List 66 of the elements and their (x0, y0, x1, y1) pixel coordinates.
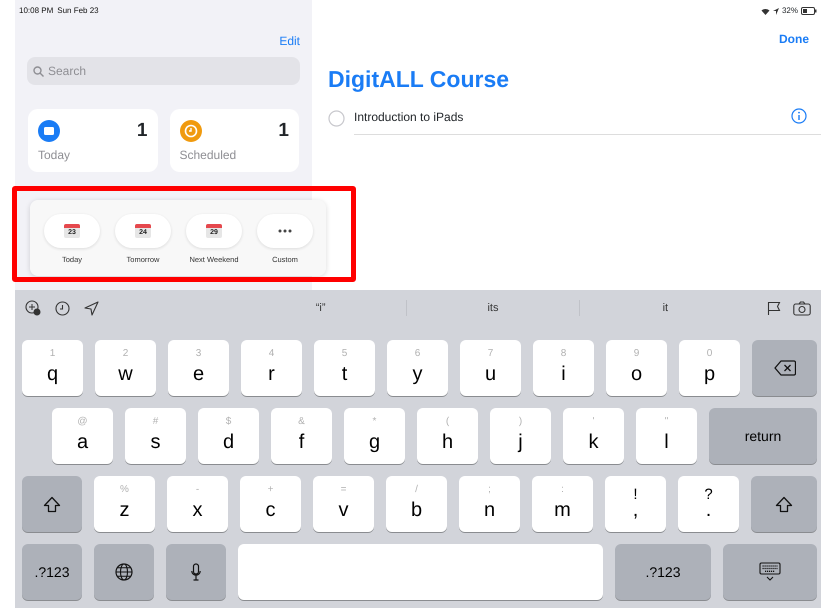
list-name: Today (38, 147, 72, 164)
suggestion[interactable]: its (407, 300, 580, 316)
more-icon (278, 229, 292, 233)
letter-key[interactable]: $ d (198, 408, 259, 464)
location-icon (772, 8, 779, 14)
shift-icon (43, 496, 61, 512)
letter-key[interactable]: 4 r (241, 340, 302, 396)
backspace-key[interactable] (752, 340, 817, 396)
smart-list-card[interactable]: 1 Scheduled (170, 109, 299, 172)
letter-key[interactable]: @ a (52, 408, 113, 464)
reminder-text[interactable]: Introduction to iPads (354, 108, 791, 126)
letter-key[interactable]: ; n (459, 476, 520, 532)
camera-icon[interactable] (792, 300, 811, 316)
suggestion[interactable]: it (580, 300, 751, 316)
battery-icon (801, 7, 817, 15)
letter-key[interactable]: ( h (417, 408, 478, 464)
keyboard-hide-icon (759, 562, 781, 582)
search-icon (33, 66, 44, 77)
numbers-key[interactable]: .?123 (615, 544, 711, 600)
numbers-key[interactable]: .?123 (22, 544, 82, 600)
letter-key[interactable]: * g (344, 408, 405, 464)
letter-key[interactable]: 1 q (22, 340, 83, 396)
letter-key[interactable]: - x (167, 476, 228, 532)
letter-key[interactable]: ? . (678, 476, 739, 532)
letter-key[interactable]: 0 p (679, 340, 740, 396)
letter-key[interactable]: : m (532, 476, 593, 532)
status-date: Sun Feb 23 (57, 6, 99, 15)
battery-percent: 32% (782, 5, 798, 17)
letter-key[interactable]: 7 u (460, 340, 521, 396)
list-name: Scheduled (180, 147, 238, 164)
backspace-icon (774, 360, 796, 376)
letter-key[interactable]: ! , (605, 476, 666, 532)
return-key[interactable]: return (709, 408, 817, 464)
letter-key[interactable]: 3 e (168, 340, 229, 396)
letter-key[interactable]: = v (313, 476, 374, 532)
smart-list-card[interactable]: 1 Today (28, 109, 158, 172)
item-count: 1 (136, 119, 148, 143)
done-button[interactable]: Done (779, 32, 809, 46)
suggestion[interactable]: “i” (235, 300, 408, 316)
letter-key[interactable]: ' k (563, 408, 624, 464)
globe-key[interactable] (94, 544, 154, 600)
microphone-icon (191, 563, 201, 581)
edit-link[interactable]: Edit (279, 34, 300, 48)
letter-key[interactable]: 6 y (387, 340, 448, 396)
letter-key[interactable]: 5 t (314, 340, 375, 396)
wifi-icon (760, 8, 770, 14)
letter-key[interactable]: 2 w (95, 340, 156, 396)
letter-key[interactable]: " l (636, 408, 697, 464)
letter-key[interactable]: 9 o (606, 340, 667, 396)
letter-key[interactable]: 8 i (533, 340, 594, 396)
flag-icon[interactable] (766, 300, 781, 316)
letter-key[interactable]: # s (125, 408, 186, 464)
shift-icon (775, 496, 793, 512)
letter-key[interactable]: + c (240, 476, 301, 532)
globe-icon (115, 563, 133, 581)
item-count: 1 (278, 119, 289, 143)
location-arrow-icon[interactable] (84, 300, 99, 316)
info-icon[interactable] (791, 108, 807, 124)
search-field[interactable]: Search (27, 57, 300, 85)
letter-key[interactable]: ) j (490, 408, 551, 464)
letter-key[interactable]: / b (386, 476, 447, 532)
list-title: DigitALL Course (328, 65, 510, 94)
letter-key[interactable]: & f (271, 408, 332, 464)
letter-key[interactable]: % z (94, 476, 155, 532)
status-time: 10:08 PM (19, 6, 54, 15)
clock-icon[interactable] (55, 300, 70, 316)
